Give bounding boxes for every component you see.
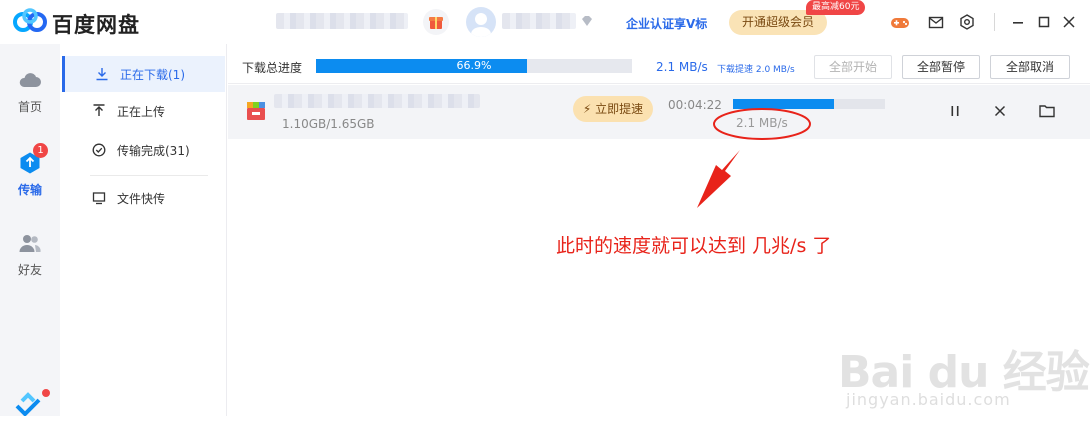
friends-icon bbox=[19, 235, 41, 252]
maximize-icon[interactable] bbox=[1034, 12, 1054, 32]
game-icon[interactable] bbox=[890, 12, 910, 32]
blurred-file-name bbox=[274, 94, 480, 108]
blurred-search-box[interactable] bbox=[276, 13, 408, 29]
nav-item-home[interactable]: 首页 bbox=[0, 68, 60, 115]
bottom-strip bbox=[0, 416, 1090, 434]
cancel-all-button[interactable]: 全部取消 bbox=[990, 55, 1070, 79]
total-speed: 2.1 MB/s bbox=[656, 60, 708, 74]
watermark-url: jingyan.baidu.com bbox=[846, 390, 1011, 409]
download-summary: 下载总进度 66.9% 2.1 MB/s 下载提速 2.0 MB/s 全部开始 … bbox=[228, 44, 1090, 84]
nav-label-home: 首页 bbox=[17, 100, 42, 114]
download-icon bbox=[96, 68, 108, 81]
gift-button[interactable] bbox=[423, 9, 449, 35]
total-progress-text: 66.9% bbox=[456, 59, 492, 72]
sidebar-label-downloading: 正在下载(1) bbox=[120, 68, 185, 82]
sidebar-label-quick-transfer: 文件快传 bbox=[117, 192, 166, 206]
settings-icon[interactable] bbox=[957, 12, 977, 32]
enterprise-vip-link[interactable]: 企业认证享V标 bbox=[626, 15, 707, 32]
title-bar: 百度网盘 企业认证享V标 开通超级会员 最高减60元 bbox=[0, 0, 1090, 44]
baidu-netdisk-logo bbox=[13, 8, 47, 32]
gift-icon bbox=[429, 17, 443, 29]
diamond-icon bbox=[582, 16, 592, 26]
main-nav: 首页 1 传输 好友 bbox=[0, 44, 60, 418]
window-controls-divider bbox=[994, 13, 995, 31]
sidebar-label-completed: 传输完成(31) bbox=[117, 144, 190, 158]
promo-badge: 最高减60元 bbox=[806, 0, 866, 15]
download-row[interactable]: 1.10GB/1.65GB ⚡ 立即提速 00:04:22 2.1 MB/s bbox=[228, 85, 1090, 139]
sidebar-item-completed[interactable]: 传输完成(31) bbox=[62, 132, 225, 168]
app-center-icon[interactable] bbox=[14, 390, 42, 418]
total-progress-bar: 66.9% bbox=[316, 59, 632, 73]
archive-file-icon bbox=[247, 102, 265, 120]
pause-all-button[interactable]: 全部暂停 bbox=[902, 55, 980, 79]
file-progress-bar bbox=[733, 99, 885, 109]
upload-icon bbox=[93, 104, 105, 116]
total-progress-label: 下载总进度 bbox=[242, 61, 303, 75]
app-title: 百度网盘 bbox=[52, 13, 140, 37]
close-icon[interactable] bbox=[1059, 12, 1079, 32]
check-circle-icon bbox=[92, 143, 106, 157]
instant-speedup-button[interactable]: ⚡ 立即提速 bbox=[573, 96, 653, 122]
time-remaining: 00:04:22 bbox=[668, 98, 722, 112]
file-speed: 2.1 MB/s bbox=[736, 116, 788, 130]
sidebar-label-uploading: 正在上传 bbox=[117, 105, 166, 119]
speed-boost-link[interactable]: 下载提速 2.0 MB/s bbox=[717, 62, 795, 75]
file-progress-fill bbox=[733, 99, 835, 109]
cancel-download-icon[interactable] bbox=[990, 101, 1010, 121]
open-folder-icon[interactable] bbox=[1037, 101, 1057, 121]
file-size: 1.10GB/1.65GB bbox=[282, 117, 375, 131]
nav-item-transfer[interactable]: 1 传输 bbox=[0, 143, 60, 198]
avatar[interactable] bbox=[466, 7, 496, 37]
sidebar-divider bbox=[90, 175, 208, 176]
nav-label-friends: 好友 bbox=[17, 263, 42, 277]
nav-label-transfer: 传输 bbox=[17, 183, 42, 197]
start-all-button[interactable]: 全部开始 bbox=[814, 55, 892, 79]
sidebar-item-uploading[interactable]: 正在上传 bbox=[62, 93, 225, 129]
nav-transfer-badge: 1 bbox=[33, 143, 48, 158]
blurred-username[interactable] bbox=[502, 13, 576, 29]
minimize-icon[interactable] bbox=[1008, 12, 1028, 32]
annotation-text: 此时的速度就可以达到 几兆/s 了 bbox=[556, 235, 832, 257]
cloud-icon bbox=[19, 73, 41, 87]
transfer-sidebar: 正在下载(1) 正在上传 传输完成(31) 文件快传 bbox=[60, 44, 227, 416]
sidebar-item-quick-transfer[interactable]: 文件快传 bbox=[62, 180, 225, 216]
pause-icon[interactable] bbox=[945, 101, 965, 121]
nav-item-friends[interactable]: 好友 bbox=[0, 231, 60, 278]
monitor-icon bbox=[92, 192, 106, 205]
notification-dot bbox=[42, 389, 50, 397]
sidebar-item-downloading[interactable]: 正在下载(1) bbox=[62, 56, 225, 92]
mail-icon[interactable] bbox=[926, 12, 946, 32]
user-avatar-icon bbox=[471, 13, 491, 37]
